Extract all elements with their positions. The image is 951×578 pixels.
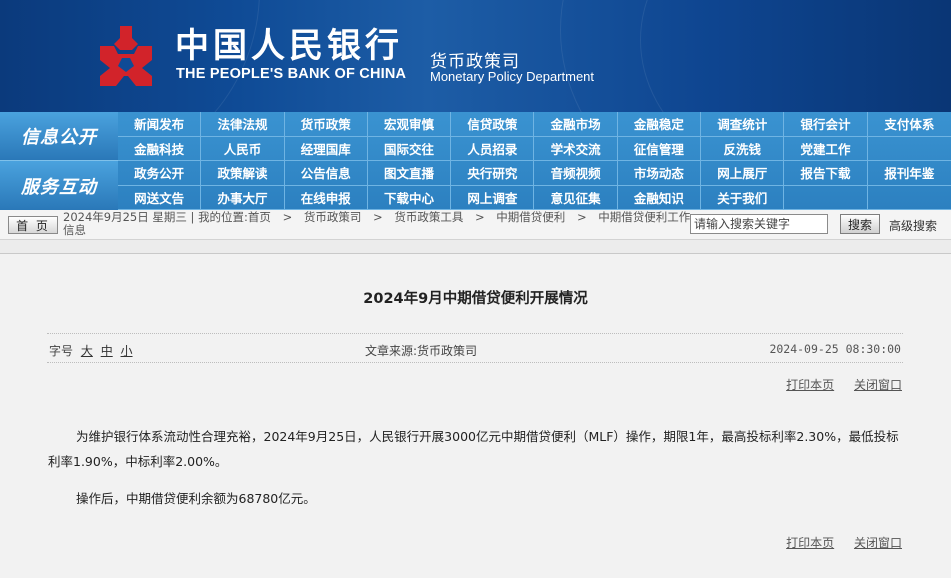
- nav-item[interactable]: 网上调查: [451, 185, 535, 210]
- nav-item[interactable]: 国际交往: [367, 136, 452, 161]
- article-datetime: 2024-09-25 08:30:00: [769, 342, 901, 356]
- current-date: 2024年9月25日 星期三: [63, 210, 187, 224]
- article-tools-top: 打印本页 关闭窗口: [770, 376, 902, 393]
- nav-item[interactable]: 政策解读: [201, 161, 285, 186]
- breadcrumb-location[interactable]: 我的位置:首页: [198, 210, 271, 224]
- nav-item[interactable]: 人员招录: [451, 136, 535, 161]
- nav-item-empty: [784, 185, 868, 210]
- breadcrumb-item[interactable]: 货币政策工具: [394, 210, 463, 224]
- nav-item[interactable]: 政务公开: [118, 161, 202, 186]
- nav-item-empty: [867, 186, 951, 210]
- nav-item[interactable]: 法律法规: [201, 112, 285, 137]
- nav-item[interactable]: 货币政策: [284, 112, 368, 137]
- nav-item[interactable]: 金融稳定: [617, 112, 702, 137]
- nav-item[interactable]: 党建工作: [784, 136, 868, 161]
- nav-item[interactable]: 下载中心: [367, 185, 452, 210]
- font-size-label: 字号: [49, 344, 74, 358]
- breadcrumb: 2024年9月25日 星期三 | 我的位置:首页 > 货币政策司 > 货币政策工…: [63, 211, 693, 237]
- article-title: 2024年9月中期借贷便利开展情况: [363, 291, 588, 307]
- nav-item[interactable]: 网上展厅: [701, 161, 785, 186]
- article-content: 2024年9月中期借贷便利开展情况 字号 大 中 小 文章来源:货币政策司 20…: [0, 253, 951, 578]
- print-page-link[interactable]: 打印本页: [786, 536, 834, 550]
- department-name-en: Monetary Policy Department: [430, 69, 595, 84]
- nav-item[interactable]: 市场动态: [617, 161, 702, 186]
- nav-item-empty: [867, 137, 951, 161]
- nav-item[interactable]: 信贷政策: [451, 112, 535, 137]
- search-input[interactable]: [690, 214, 828, 234]
- nav-item[interactable]: 调查统计: [701, 112, 785, 137]
- print-page-link[interactable]: 打印本页: [786, 378, 834, 392]
- home-button[interactable]: 首 页: [8, 216, 58, 234]
- breadcrumb-sep: >: [475, 210, 485, 224]
- nav-item[interactable]: 学术交流: [534, 136, 618, 161]
- breadcrumb-divider: |: [190, 210, 199, 224]
- article-source: 文章来源:货币政策司: [365, 344, 478, 358]
- nav-item[interactable]: 意见征集: [534, 185, 618, 210]
- nav-item[interactable]: 金融知识: [617, 185, 702, 210]
- close-window-link[interactable]: 关闭窗口: [854, 536, 902, 550]
- header-decoration: [640, 0, 951, 112]
- nav-item[interactable]: 图文直播: [367, 161, 452, 186]
- nav-item[interactable]: 在线申报: [284, 185, 368, 210]
- close-window-link[interactable]: 关闭窗口: [854, 378, 902, 392]
- breadcrumb-sep: >: [282, 210, 293, 224]
- nav-item[interactable]: 央行研究: [451, 161, 535, 186]
- nav-item[interactable]: 报告下载: [784, 161, 868, 186]
- advanced-search-link[interactable]: 高级搜索: [889, 217, 937, 234]
- breadcrumb-item[interactable]: 中期借贷便利: [496, 210, 565, 224]
- nav-item[interactable]: 音频视频: [534, 161, 618, 186]
- site-header: 中国人民银行 THE PEOPLE'S BANK OF CHINA 货币政策司 …: [0, 0, 951, 112]
- nav-item[interactable]: 反洗钱: [701, 136, 785, 161]
- font-size-small-link[interactable]: 小: [121, 344, 133, 358]
- bank-name-en: THE PEOPLE'S BANK OF CHINA: [176, 66, 407, 82]
- bank-name-cn: 中国人民银行: [175, 26, 403, 66]
- nav-item[interactable]: 经理国库: [284, 136, 368, 161]
- nav-menu-grid: 新闻发布 法律法规 货币政策 宏观审慎 信贷政策 金融市场 金融稳定 调查统计 银行会计 支付体系…: [118, 112, 951, 210]
- nav-item[interactable]: 金融科技: [118, 136, 202, 161]
- article-paragraph: 操作后，中期借贷便利余额为68780亿元。: [76, 491, 316, 506]
- nav-item[interactable]: 公告信息: [284, 161, 368, 186]
- font-size-large-link[interactable]: 大: [81, 344, 93, 358]
- breadcrumb-sep: >: [373, 210, 383, 224]
- article-paragraph: 为维护银行体系流动性合理充裕，2024年9月25日，人民银行开展3000亿元中期…: [48, 429, 899, 469]
- nav-item[interactable]: 征信管理: [617, 136, 702, 161]
- nav-item[interactable]: 新闻发布: [118, 112, 202, 137]
- nav-item[interactable]: 人民币: [201, 136, 285, 161]
- main-navigation: 信息公开 服务互动 新闻发布 法律法规 货币政策 宏观审慎 信贷政策 金融市场 金融稳定 调查…: [0, 112, 951, 210]
- article-tools-bottom: 打印本页 关闭窗口: [770, 534, 902, 551]
- nav-item[interactable]: 办事大厅: [201, 185, 285, 210]
- nav-item[interactable]: 银行会计: [784, 112, 868, 137]
- font-size-medium-link[interactable]: 中: [101, 344, 113, 358]
- pboc-logo-icon[interactable]: [92, 24, 160, 88]
- font-size-controls: 字号 大 中 小: [49, 342, 133, 359]
- article-meta: 字号 大 中 小 文章来源:货币政策司 2024-09-25 08:30:00: [47, 333, 903, 363]
- nav-item[interactable]: 宏观审慎: [367, 112, 452, 137]
- breadcrumb-sep: >: [576, 210, 587, 224]
- nav-item[interactable]: 报刊年鉴: [867, 161, 951, 186]
- nav-section-info-disclosure: 信息公开: [0, 112, 118, 161]
- nav-item[interactable]: 支付体系: [867, 112, 951, 137]
- search-button[interactable]: 搜索: [840, 214, 880, 234]
- breadcrumb-item[interactable]: 货币政策司: [304, 210, 362, 224]
- nav-item[interactable]: 金融市场: [534, 112, 618, 137]
- nav-item[interactable]: 关于我们: [701, 185, 785, 210]
- nav-section-service-interaction: 服务互动: [0, 161, 118, 210]
- nav-item[interactable]: 网送文告: [118, 185, 202, 210]
